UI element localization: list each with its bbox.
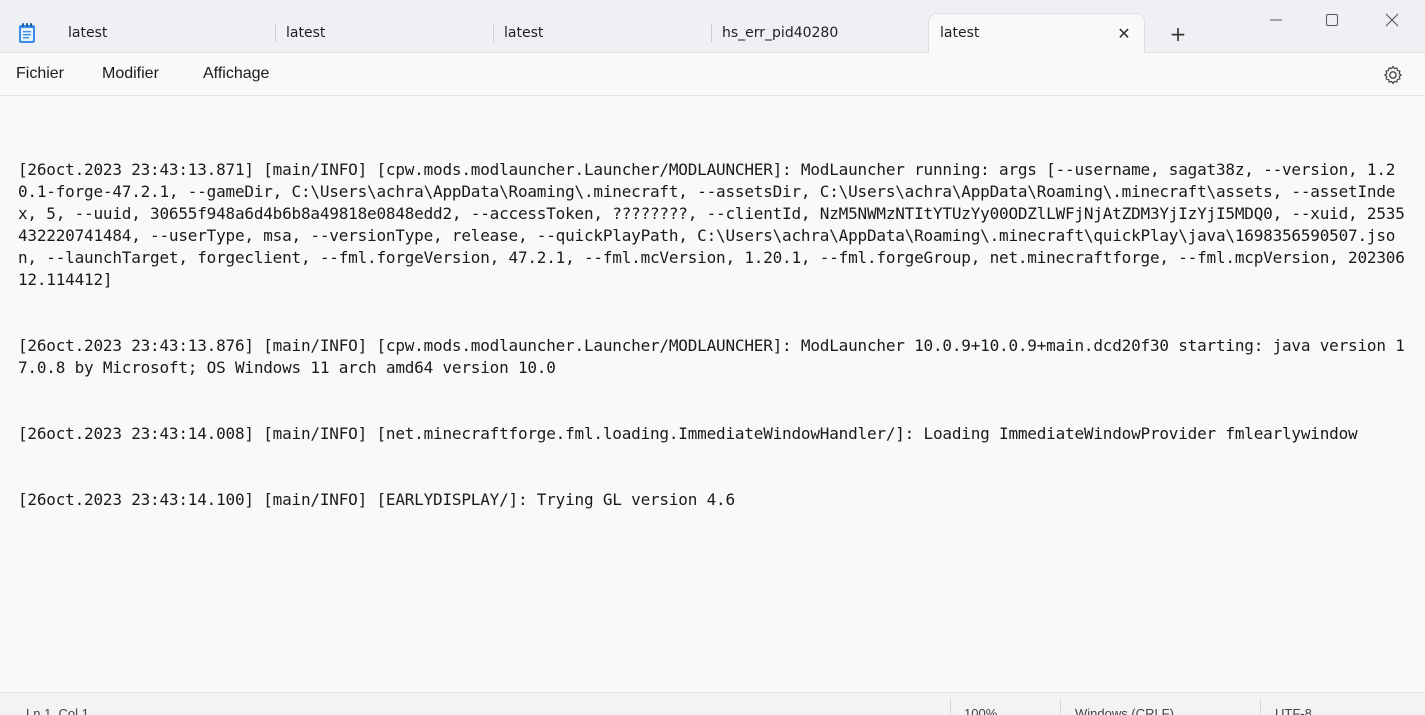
zoom-level[interactable]: 100% <box>964 706 997 715</box>
close-tab-icon[interactable]: ✕ <box>1116 24 1132 43</box>
menu-bar: Fichier Modifier Affichage <box>0 53 1425 96</box>
tab-latest-2[interactable]: latest <box>286 14 486 53</box>
log-line: [26oct.2023 23:43:13.871] [main/INFO] [c… <box>18 160 1405 289</box>
status-divider <box>950 699 951 715</box>
log-line: [26oct.2023 23:43:14.008] [main/INFO] [n… <box>18 424 1358 443</box>
tab-divider <box>275 24 276 42</box>
encoding[interactable]: UTF-8 <box>1275 706 1312 715</box>
maximize-icon[interactable] <box>1320 8 1344 32</box>
tab-hs-err[interactable]: hs_err_pid40280 <box>722 14 922 53</box>
gear-icon[interactable] <box>1381 63 1405 87</box>
document-text[interactable]: [26oct.2023 23:43:13.871] [main/INFO] [c… <box>18 115 1408 555</box>
tab-latest-3[interactable]: latest <box>504 14 704 53</box>
tab-latest-1[interactable]: latest <box>68 14 268 53</box>
status-bar: Ln 1, Col 1 100% Windows (CRLF) UTF-8 <box>0 692 1425 715</box>
tab-label: latest <box>504 25 544 41</box>
cursor-position[interactable]: Ln 1, Col 1 <box>26 706 89 715</box>
close-icon[interactable] <box>1380 8 1404 32</box>
menu-file[interactable]: Fichier <box>16 65 64 83</box>
menu-view[interactable]: Affichage <box>203 65 269 83</box>
title-bar: latest latest latest hs_err_pid40280 lat… <box>0 0 1425 53</box>
plus-icon[interactable]: + <box>1166 22 1190 46</box>
tab-divider <box>493 24 494 42</box>
log-line: [26oct.2023 23:43:14.100] [main/INFO] [E… <box>18 490 735 509</box>
status-divider <box>1260 699 1261 715</box>
tab-divider <box>711 24 712 42</box>
menu-edit[interactable]: Modifier <box>102 65 159 83</box>
tab-label: hs_err_pid40280 <box>722 25 839 41</box>
minimize-icon[interactable] <box>1264 8 1288 32</box>
status-divider <box>1060 699 1061 715</box>
tab-label: latest <box>940 25 980 41</box>
text-editor[interactable]: [26oct.2023 23:43:13.871] [main/INFO] [c… <box>0 96 1425 692</box>
tab-label: latest <box>286 25 326 41</box>
notepad-icon <box>19 23 35 43</box>
line-ending[interactable]: Windows (CRLF) <box>1075 706 1174 715</box>
log-line: [26oct.2023 23:43:13.876] [main/INFO] [c… <box>18 336 1405 377</box>
tab-latest-active[interactable]: latest ✕ <box>929 14 1144 53</box>
tab-label: latest <box>68 25 108 41</box>
